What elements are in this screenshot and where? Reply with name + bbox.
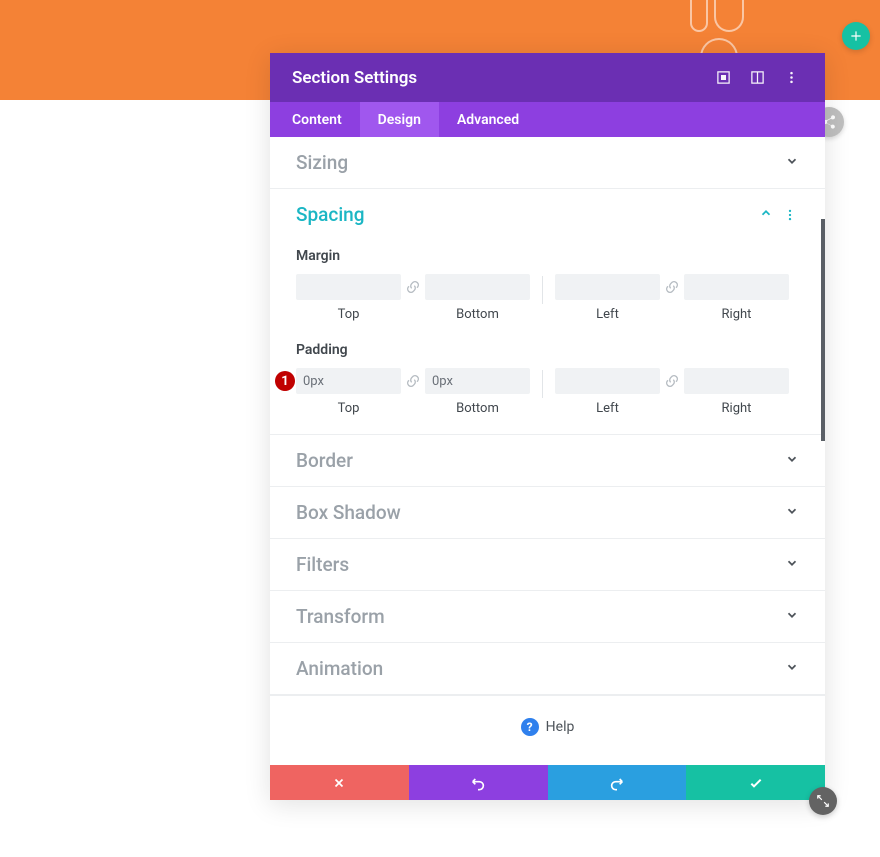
accordion-box-shadow-header[interactable]: Box Shadow bbox=[270, 487, 825, 538]
chevron-down-icon bbox=[785, 503, 799, 522]
redo-button[interactable] bbox=[548, 765, 687, 800]
help-row[interactable]: ? Help bbox=[270, 695, 825, 764]
side-label-top: Top bbox=[338, 307, 360, 322]
accordion-sizing: Sizing bbox=[270, 137, 825, 189]
padding-top-input[interactable] bbox=[296, 368, 401, 394]
panel-body[interactable]: Sizing Spacing Margin bbox=[270, 137, 825, 765]
accordion-filters-header[interactable]: Filters bbox=[270, 539, 825, 590]
snap-button[interactable] bbox=[743, 64, 771, 92]
resize-icon bbox=[816, 794, 830, 808]
kebab-icon bbox=[784, 70, 799, 85]
padding-right-input[interactable] bbox=[684, 368, 789, 394]
accordion-title: Filters bbox=[296, 553, 785, 576]
side-label-bottom: Bottom bbox=[456, 401, 499, 416]
undo-button[interactable] bbox=[409, 765, 548, 800]
link-values-toggle[interactable] bbox=[401, 368, 425, 394]
link-icon bbox=[664, 279, 680, 295]
tab-design[interactable]: Design bbox=[360, 102, 439, 137]
panel-footer bbox=[270, 765, 825, 800]
discard-button[interactable] bbox=[270, 765, 409, 800]
link-icon bbox=[405, 373, 421, 389]
chevron-up-icon bbox=[759, 205, 773, 224]
chevron-down-icon bbox=[785, 555, 799, 574]
margin-right-input[interactable] bbox=[684, 274, 789, 300]
accordion-title: Spacing bbox=[296, 203, 759, 226]
panel-header[interactable]: Section Settings bbox=[270, 53, 825, 102]
accordion-animation-header[interactable]: Animation bbox=[270, 643, 825, 694]
link-values-toggle[interactable] bbox=[401, 274, 425, 300]
check-icon bbox=[748, 775, 764, 791]
padding-left-input[interactable] bbox=[555, 368, 660, 394]
help-icon: ? bbox=[521, 718, 539, 736]
padding-label: Padding bbox=[296, 342, 799, 358]
chevron-down-icon bbox=[785, 607, 799, 626]
scrollbar-track[interactable] bbox=[821, 219, 825, 441]
add-section-button[interactable] bbox=[842, 22, 870, 50]
padding-inputs-row: 1 Top Bottom Left bbox=[296, 368, 799, 416]
side-label-left: Left bbox=[596, 307, 619, 322]
link-icon bbox=[405, 279, 421, 295]
callout-marker-label: 1 bbox=[281, 374, 288, 389]
undo-icon bbox=[470, 775, 486, 791]
margin-bottom-input[interactable] bbox=[425, 274, 530, 300]
chevron-down-icon bbox=[785, 659, 799, 678]
kebab-icon bbox=[783, 208, 797, 222]
columns-icon bbox=[750, 70, 765, 85]
decorative-shape bbox=[690, 0, 708, 32]
save-button[interactable] bbox=[686, 765, 825, 800]
margin-left-input[interactable] bbox=[555, 274, 660, 300]
link-values-toggle[interactable] bbox=[660, 274, 684, 300]
expand-icon bbox=[716, 70, 731, 85]
accordion-box-shadow: Box Shadow bbox=[270, 487, 825, 539]
callout-marker-1: 1 bbox=[275, 371, 295, 391]
margin-inputs-row: Top Bottom Left bbox=[296, 274, 799, 322]
accordion-title: Transform bbox=[296, 605, 785, 628]
decorative-shape bbox=[714, 0, 744, 32]
side-label-right: Right bbox=[722, 307, 752, 322]
link-values-toggle[interactable] bbox=[660, 368, 684, 394]
accordion-sizing-header[interactable]: Sizing bbox=[270, 137, 825, 188]
accordion-title: Border bbox=[296, 449, 785, 472]
help-label: Help bbox=[546, 719, 575, 735]
panel-menu-button[interactable] bbox=[777, 64, 805, 92]
side-label-right: Right bbox=[722, 401, 752, 416]
accordion-filters: Filters bbox=[270, 539, 825, 591]
panel-tabs: Content Design Advanced bbox=[270, 102, 825, 137]
accordion-spacing: Spacing Margin Top bbox=[270, 189, 825, 435]
padding-bottom-input[interactable] bbox=[425, 368, 530, 394]
accordion-border-header[interactable]: Border bbox=[270, 435, 825, 486]
side-label-top: Top bbox=[338, 401, 360, 416]
margin-top-input[interactable] bbox=[296, 274, 401, 300]
accordion-title: Animation bbox=[296, 657, 785, 680]
accordion-title: Box Shadow bbox=[296, 501, 785, 524]
link-icon bbox=[664, 373, 680, 389]
accordion-border: Border bbox=[270, 435, 825, 487]
chevron-down-icon bbox=[785, 451, 799, 470]
accordion-spacing-header[interactable]: Spacing bbox=[270, 189, 825, 240]
accordion-spacing-body: Margin Top Bottom bbox=[270, 248, 825, 434]
chevron-down-icon bbox=[785, 153, 799, 172]
accordion-transform-header[interactable]: Transform bbox=[270, 591, 825, 642]
close-icon bbox=[332, 776, 346, 790]
plus-icon bbox=[849, 29, 863, 43]
divider bbox=[542, 370, 543, 398]
resize-handle[interactable] bbox=[809, 787, 837, 815]
divider bbox=[542, 276, 543, 304]
panel-title: Section Settings bbox=[292, 68, 709, 88]
section-settings-panel: Section Settings Content Design Advanced… bbox=[270, 53, 825, 800]
side-label-bottom: Bottom bbox=[456, 307, 499, 322]
margin-label: Margin bbox=[296, 248, 799, 264]
tab-advanced[interactable]: Advanced bbox=[439, 102, 537, 137]
tab-content[interactable]: Content bbox=[274, 102, 360, 137]
accordion-title: Sizing bbox=[296, 151, 785, 174]
side-label-left: Left bbox=[596, 401, 619, 416]
redo-icon bbox=[609, 775, 625, 791]
accordion-animation: Animation bbox=[270, 643, 825, 695]
accordion-transform: Transform bbox=[270, 591, 825, 643]
expand-button[interactable] bbox=[709, 64, 737, 92]
accordion-options-button[interactable] bbox=[781, 206, 799, 224]
